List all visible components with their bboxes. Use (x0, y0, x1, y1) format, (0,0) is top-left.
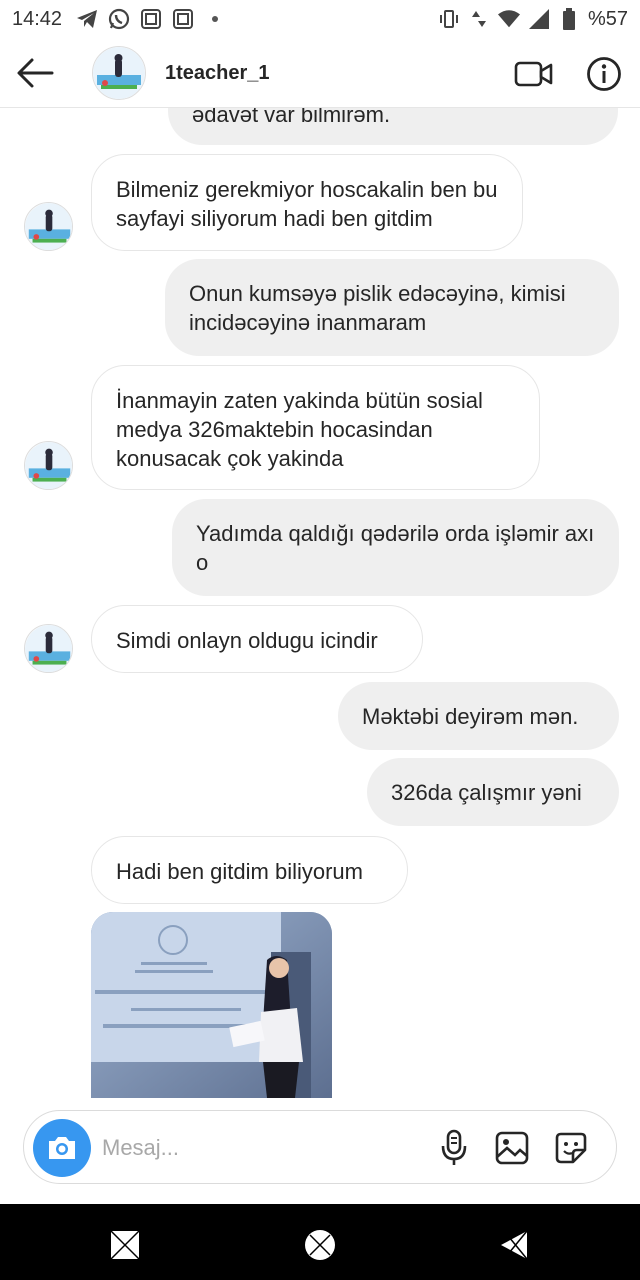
photo-app-icon (172, 8, 194, 30)
battery-icon (558, 8, 580, 30)
signal-icon (528, 8, 550, 30)
message-text: Yadımda qaldığı qədərilə orda işləmir ax… (196, 521, 595, 575)
outgoing-message[interactable]: 326da çalışmır yəni (367, 758, 619, 826)
message-text: Onun kumsəyə pislik edəcəyinə, kimisi in… (189, 281, 566, 335)
whatsapp-icon (108, 8, 130, 30)
message-list[interactable]: ədavət var bilmirəm. Bilmeniz gerekmiyor… (0, 108, 640, 1108)
status-time: 14:42 (12, 7, 63, 30)
wifi-icon (497, 8, 520, 30)
vibrate-icon (438, 8, 460, 30)
message-text: Simdi onlayn oldugu icindir (116, 628, 378, 653)
outgoing-message[interactable]: Yadımda qaldığı qədərilə orda işləmir ax… (172, 499, 619, 596)
message-text: 326da çalışmır yəni (391, 780, 582, 805)
message-text: ədavət var bilmirəm. (192, 108, 391, 127)
outgoing-message[interactable]: Onun kumsəyə pislik edəcəyinə, kimisi in… (165, 259, 619, 356)
chat-username[interactable]: 1teacher_1 (165, 62, 270, 85)
sticker-icon[interactable] (552, 1129, 590, 1167)
incoming-message[interactable]: İnanmayin zaten yakinda bütün sosial med… (91, 365, 540, 490)
message-text: Bilmeniz gerekmiyor hoscakalin ben bu sa… (116, 177, 498, 231)
photo-image (91, 912, 332, 1098)
navigation-bar (0, 1204, 640, 1280)
battery-percent: %57 (587, 7, 628, 30)
back-nav-icon[interactable] (498, 1228, 532, 1262)
microphone-icon[interactable] (435, 1129, 473, 1167)
notification-dot-icon (204, 8, 226, 30)
info-icon[interactable] (586, 56, 622, 92)
message-input[interactable] (102, 1129, 422, 1167)
camera-icon (49, 1137, 75, 1159)
incoming-message[interactable]: Bilmeniz gerekmiyor hoscakalin ben bu sa… (91, 154, 523, 251)
photo-message[interactable] (91, 912, 332, 1098)
message-text: İnanmayin zaten yakinda bütün sosial med… (116, 388, 483, 471)
data-arrows-icon (468, 8, 490, 30)
message-composer (23, 1110, 617, 1184)
gallery-icon[interactable] (493, 1129, 531, 1167)
avatar[interactable] (92, 46, 146, 100)
avatar[interactable] (24, 202, 73, 251)
photo-app-icon (140, 8, 162, 30)
avatar[interactable] (24, 441, 73, 490)
incoming-message[interactable]: Simdi onlayn oldugu icindir (91, 605, 423, 673)
incoming-message[interactable]: Hadi ben gitdim biliyorum (91, 836, 408, 904)
telegram-icon (76, 8, 98, 30)
outgoing-message[interactable]: Məktəbi deyirəm mən. (338, 682, 619, 750)
status-bar: 14:42 %57 (0, 0, 640, 38)
video-call-icon[interactable] (514, 58, 554, 90)
message-text: Hadi ben gitdim biliyorum (116, 859, 363, 884)
avatar[interactable] (24, 624, 73, 673)
message-text: Məktəbi deyirəm mən. (362, 704, 579, 729)
back-arrow-icon[interactable] (16, 56, 54, 90)
recent-apps-icon[interactable] (108, 1228, 142, 1262)
outgoing-message[interactable]: ədavət var bilmirəm. (168, 108, 618, 145)
chat-header: 1teacher_1 (0, 38, 640, 108)
home-icon[interactable] (303, 1228, 337, 1262)
camera-button[interactable] (33, 1119, 91, 1177)
